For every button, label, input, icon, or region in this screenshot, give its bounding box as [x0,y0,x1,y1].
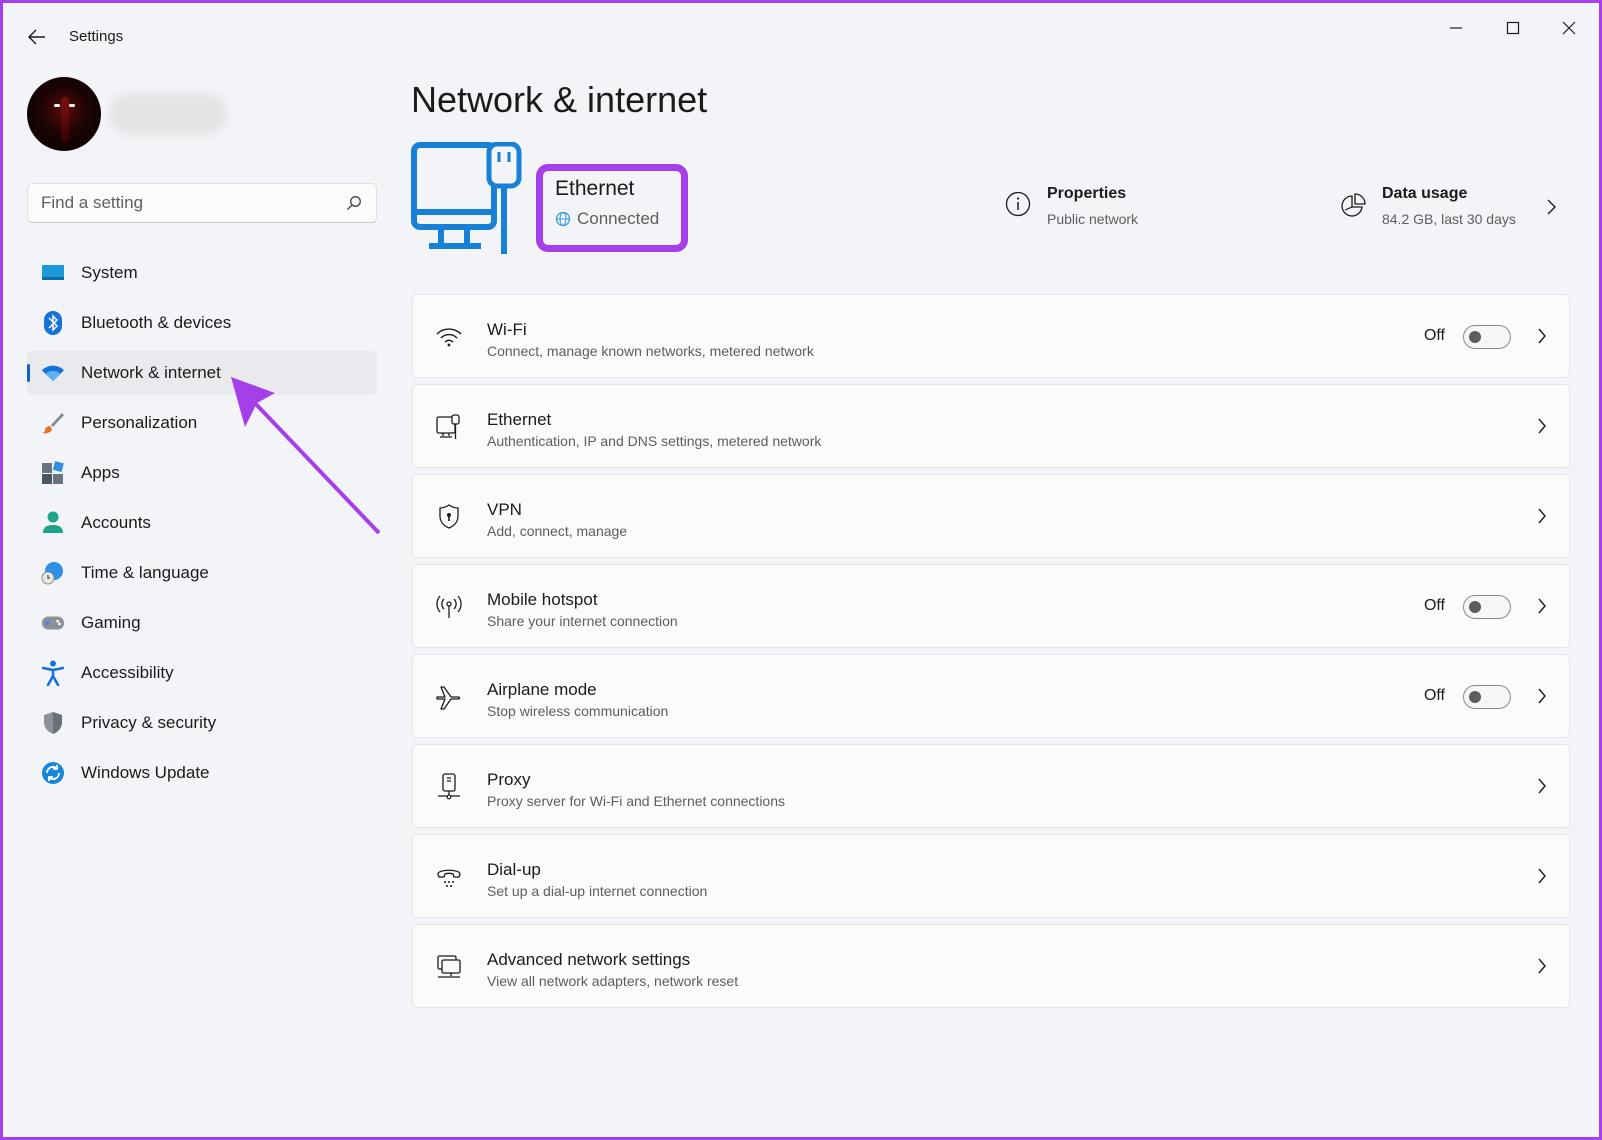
sidebar-item-bluetooth[interactable]: Bluetooth & devices [27,301,377,345]
data-usage-subtitle: 84.2 GB, last 30 days [1382,211,1516,227]
hotspot-toggle[interactable] [1463,595,1511,619]
maximize-button[interactable] [1490,13,1536,43]
chevron-right-icon [1538,598,1546,614]
shield-icon [41,711,65,735]
globe-icon [555,211,571,227]
card-ethernet[interactable]: Ethernet Authentication, IP and DNS sett… [412,384,1570,468]
brush-icon [41,411,65,435]
airplane-icon [435,683,463,711]
proxy-icon [435,773,463,801]
wifi-icon [41,361,65,385]
back-button[interactable] [23,23,51,51]
apps-icon [41,461,65,485]
settings-list: Wi-Fi Connect, manage known networks, me… [412,294,1570,1014]
back-arrow-icon [28,29,45,45]
airplane-toggle-state: Off [1423,687,1445,704]
settings-window: Settings System Bluetoot [0,0,1602,1140]
pie-chart-icon [1341,193,1366,217]
clock-globe-icon [41,561,65,585]
info-icon [1005,191,1031,217]
chevron-right-icon [1538,958,1546,974]
sidebar-item-gaming[interactable]: Gaming [27,601,377,645]
chevron-right-icon [1538,328,1546,344]
card-mobile-hotspot[interactable]: Mobile hotspot Share your internet conne… [412,564,1570,648]
card-airplane-mode[interactable]: Airplane mode Stop wireless communicatio… [412,654,1570,738]
accessibility-icon [41,660,65,686]
sidebar-item-system[interactable]: System [27,251,377,295]
avatar[interactable] [27,77,101,151]
chevron-right-icon [1538,688,1546,704]
wifi-toggle[interactable] [1463,325,1511,349]
close-icon [1562,21,1576,35]
title-bar: Settings [3,3,1599,47]
minimize-button[interactable] [1433,13,1479,43]
update-icon [41,761,65,785]
data-usage-link[interactable]: Data usage 84.2 GB, last 30 days [1340,183,1570,227]
chevron-right-icon [1538,778,1546,794]
connection-state: Connected [577,209,660,228]
chevron-right-icon [1547,199,1556,215]
minimize-icon [1450,27,1462,29]
dialup-icon [435,863,463,891]
page-title: Network & internet [411,79,708,120]
person-icon [41,511,65,535]
ethernet-hero-icon [411,142,522,254]
gamepad-icon [41,611,65,635]
card-proxy[interactable]: Proxy Proxy server for Wi-Fi and Etherne… [412,744,1570,828]
properties-link[interactable]: Properties Public network [1005,183,1138,227]
card-dial-up[interactable]: Dial-up Set up a dial-up internet connec… [412,834,1570,918]
airplane-toggle[interactable] [1463,685,1511,709]
search-input[interactable] [41,193,331,213]
data-usage-title: Data usage [1382,185,1468,202]
maximize-icon [1506,21,1520,35]
ethernet-icon [435,413,463,441]
vpn-shield-icon [435,503,463,531]
close-button[interactable] [1546,13,1592,43]
sidebar-item-accessibility[interactable]: Accessibility [27,651,377,695]
sidebar-item-time-language[interactable]: Time & language [27,551,377,595]
properties-title: Properties [1047,185,1127,202]
wifi-toggle-state: Off [1423,327,1445,344]
app-title: Settings [69,28,124,45]
wifi-icon [435,323,463,351]
search-box[interactable] [27,183,377,223]
bluetooth-icon [41,311,65,335]
card-wifi[interactable]: Wi-Fi Connect, manage known networks, me… [412,294,1570,378]
annotation-arrow-icon [231,377,381,535]
connection-name: Ethernet [555,177,635,200]
search-icon[interactable] [346,195,362,211]
chevron-right-icon [1538,868,1546,884]
sidebar-item-privacy-security[interactable]: Privacy & security [27,701,377,745]
system-icon [41,261,65,285]
properties-subtitle: Public network [1047,211,1139,227]
hotspot-toggle-state: Off [1423,597,1445,614]
advanced-network-icon [435,953,463,981]
chevron-right-icon [1538,418,1546,434]
card-vpn[interactable]: VPN Add, connect, manage [412,474,1570,558]
sidebar-item-windows-update[interactable]: Windows Update [27,751,377,795]
card-advanced-network-settings[interactable]: Advanced network settings View all netwo… [412,924,1570,1008]
blurred-user-name [109,93,227,135]
hotspot-icon [435,593,463,621]
chevron-right-icon [1538,508,1546,524]
connection-status: Ethernet Connected [536,164,688,252]
